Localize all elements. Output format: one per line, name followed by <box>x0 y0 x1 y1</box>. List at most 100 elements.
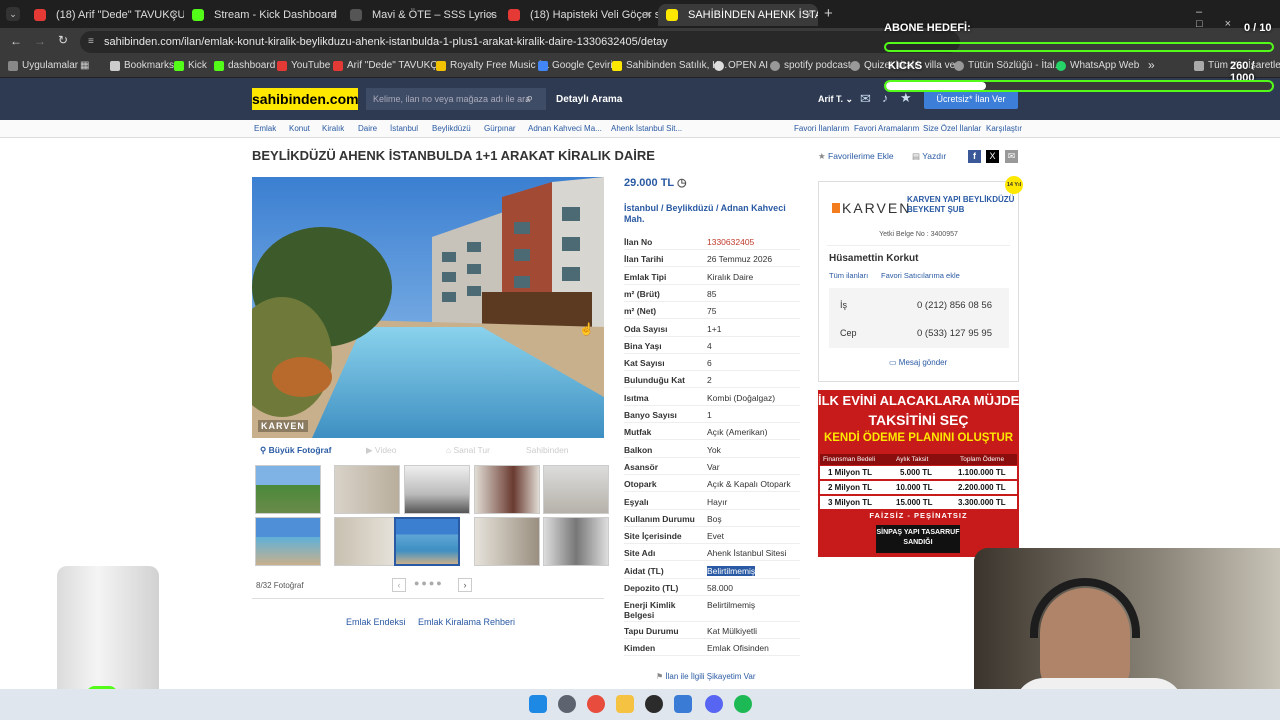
photo-thumbnail[interactable] <box>255 517 321 566</box>
facebook-icon[interactable]: f <box>968 150 981 163</box>
all-ads-link[interactable]: Tüm ilanları <box>829 271 868 280</box>
browser-tab[interactable]: Mavi & ÖTE – SSS Lyrics | Genius × <box>342 4 500 26</box>
bell-icon[interactable]: ♪ <box>882 91 888 105</box>
bookmark-item[interactable]: OPEN AI <box>714 60 768 71</box>
breadcrumb-item[interactable]: Emlak <box>254 124 276 133</box>
prev-photo-button[interactable]: ‹ <box>392 578 406 592</box>
seller-office-name[interactable]: KARVEN YAPI BEYLİKDÜZÜ BEYKENT ŞUB <box>907 195 1017 215</box>
location[interactable]: İstanbul / Beylikdüzü / Adnan Kahveci Ma… <box>624 203 794 225</box>
main-photo[interactable]: KARVEN ☝ <box>252 177 604 438</box>
phone-number-mobile[interactable]: 0 (533) 127 95 95 <box>917 328 992 339</box>
bookmark-item[interactable]: spotify podcast <box>770 60 851 71</box>
complaint-link[interactable]: ⚑ İlan ile İlgili Şikayetim Var <box>656 672 756 681</box>
ad-table-row: 2 Milyon TL 10.000 TL 2.200.000 TL <box>820 481 1017 494</box>
sahibinden-button[interactable]: Sahibinden <box>526 445 569 455</box>
close-icon[interactable]: × <box>330 4 336 26</box>
seller-logo[interactable]: KARVEN <box>832 200 911 216</box>
video-button[interactable]: ▶ Video <box>366 445 397 456</box>
close-icon[interactable]: × <box>172 4 178 26</box>
email-share-icon[interactable]: ✉ <box>1005 150 1018 163</box>
close-icon[interactable]: × <box>646 4 652 26</box>
windows-start-icon[interactable] <box>529 695 547 713</box>
favorite-ads-link[interactable]: Favori İlanlarım <box>794 124 849 133</box>
breadcrumb-item[interactable]: Kiralık <box>322 124 344 133</box>
site-logo[interactable]: sahibinden.com <box>252 88 359 110</box>
bookmark-item[interactable]: dashboard <box>214 60 275 71</box>
photo-thumbnail[interactable] <box>334 465 400 514</box>
breadcrumb-item[interactable]: İstanbul <box>390 124 418 133</box>
breadcrumb-item[interactable]: Gürpınar <box>484 124 516 133</box>
detail-value: 2 <box>707 375 712 386</box>
new-tab-button[interactable]: + <box>824 5 833 22</box>
forward-icon[interactable]: → <box>34 34 46 48</box>
close-icon[interactable]: × <box>806 4 812 26</box>
bookmark-item[interactable]: YouTube <box>277 60 330 71</box>
chrome-icon[interactable] <box>587 695 605 713</box>
browser-tab[interactable]: (18) Hapisteki Veli Göçer suçu × <box>500 4 658 26</box>
special-ads-link[interactable]: Size Özel İlanlar <box>923 124 981 133</box>
compare-link[interactable]: Karşılaştır <box>986 124 1022 133</box>
sahibinden-icon <box>612 61 622 71</box>
site-info-icon[interactable]: ≡ <box>88 31 94 53</box>
search-input[interactable]: Kelime, ilan no veya mağaza adı ile ara <box>366 88 546 110</box>
send-message-link[interactable]: ▭ Mesaj gönder <box>889 358 947 367</box>
breadcrumb-item[interactable]: Daire <box>358 124 377 133</box>
url-bar[interactable]: ≡ sahibinden.com/ilan/emlak-konut-kirali… <box>80 31 960 53</box>
favorite-seller-link[interactable]: Favori Satıcılarıma ekle <box>881 271 960 280</box>
x-icon[interactable]: X <box>986 150 999 163</box>
virtual-tour-button[interactable]: ⌂ Sanal Tur <box>446 445 490 455</box>
bookmark-item[interactable]: Tütün Sözlüğü - İtal... <box>954 60 1063 71</box>
breadcrumb-item[interactable]: Adnan Kahveci Ma... <box>528 124 602 133</box>
browser-tab-active[interactable]: SAHİBİNDEN AHENK İSTANBUL × <box>658 4 818 26</box>
photo-thumbnail[interactable] <box>404 465 470 514</box>
photo-thumbnail[interactable] <box>334 517 400 566</box>
photo-thumbnail[interactable] <box>255 465 321 514</box>
user-menu[interactable]: Arif T. ⌄ <box>818 94 853 105</box>
large-photo-button[interactable]: ⚲ Büyük Fotoğraf <box>260 445 331 456</box>
star-icon[interactable]: ★ <box>900 90 912 106</box>
photo-thumbnail[interactable] <box>474 465 540 514</box>
obs-icon[interactable] <box>645 695 663 713</box>
phone-number-work[interactable]: 0 (212) 856 08 56 <box>917 300 992 311</box>
back-icon[interactable]: ← <box>10 34 22 48</box>
spotify-icon[interactable] <box>734 695 752 713</box>
bookmark-item[interactable]: ▦ <box>80 60 89 71</box>
mail-icon[interactable]: ✉ <box>860 91 871 107</box>
breadcrumb-item[interactable]: Ahenk İstanbul Sit... <box>611 124 682 133</box>
bookmark-item[interactable]: Bookmarks <box>110 60 174 71</box>
next-photo-button[interactable]: › <box>458 578 472 592</box>
browser-tab[interactable]: (18) Arif "Dede" TAVUKÇUOĞLU × <box>26 4 184 26</box>
photo-thumbnail-active[interactable] <box>394 517 460 566</box>
bookmarks-more[interactable]: » <box>1148 58 1155 72</box>
bookmark-item[interactable]: Uygulamalar <box>8 60 78 71</box>
detailed-search-link[interactable]: Detaylı Arama <box>556 94 622 105</box>
add-favorite-link[interactable]: ★ Favorilerime Ekle <box>818 151 894 162</box>
breadcrumb-item[interactable]: Konut <box>289 124 310 133</box>
advertisement-banner[interactable]: İLK EVİNİ ALACAKLARA MÜJDE! TAKSİTİNİ SE… <box>818 390 1019 557</box>
app-icon[interactable] <box>558 695 576 713</box>
bookmark-item[interactable]: Arif "Dede" TAVUKÇ... <box>333 60 446 71</box>
photo-thumbnail[interactable] <box>474 517 540 566</box>
bookmark-item[interactable]: Sahibinden Satılık, K... <box>612 60 727 71</box>
browser-tab[interactable]: Stream - Kick Dashboard × <box>184 4 342 26</box>
emlak-endeksi-link[interactable]: Emlak Endeksi <box>346 617 406 627</box>
post-ad-button[interactable]: Ücretsiz* İlan Ver <box>924 89 1018 109</box>
bookmark-item[interactable]: WhatsApp Web <box>1056 60 1139 71</box>
folder-icon[interactable] <box>616 695 634 713</box>
reload-icon[interactable]: ↻ <box>58 33 68 47</box>
discord-icon[interactable] <box>705 695 723 713</box>
favorite-searches-link[interactable]: Favori Aramalarım <box>854 124 919 133</box>
bookmark-item[interactable]: Royalty Free Music f... <box>436 60 549 71</box>
search-icon[interactable]: ⌕ <box>526 90 533 106</box>
app-icon[interactable] <box>674 695 692 713</box>
close-icon[interactable]: × <box>488 4 494 26</box>
breadcrumb-item[interactable]: Beylikdüzü <box>432 124 471 133</box>
bookmark-item[interactable]: Google Çeviri <box>538 60 613 71</box>
tab-search-icon[interactable]: ⌄ <box>6 7 20 21</box>
history-icon[interactable]: ◷ <box>677 177 687 189</box>
bookmark-item[interactable]: Kick <box>174 60 207 71</box>
photo-thumbnail[interactable] <box>543 465 609 514</box>
print-link[interactable]: ▤ Yazdır <box>912 151 946 162</box>
photo-thumbnail[interactable] <box>543 517 609 566</box>
rental-guide-link[interactable]: Emlak Kiralama Rehberi <box>418 617 515 627</box>
